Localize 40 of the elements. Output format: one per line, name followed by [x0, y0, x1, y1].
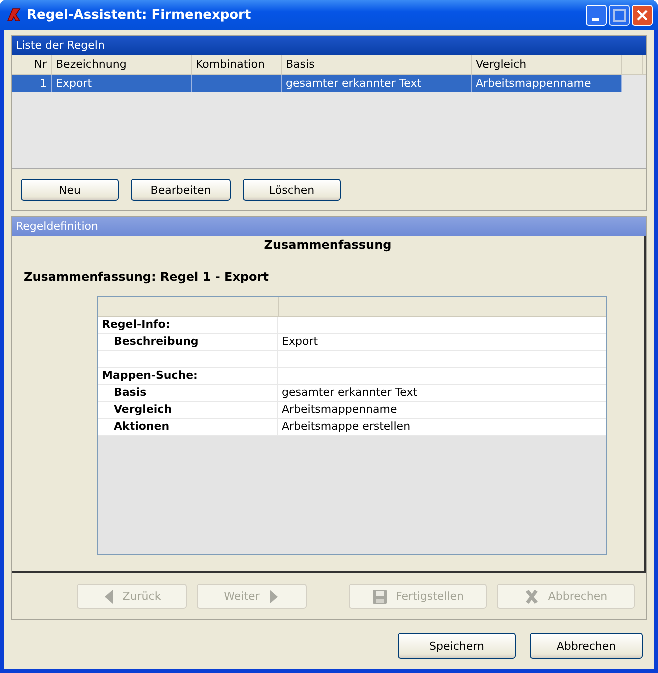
- column-header[interactable]: Kombination: [192, 55, 282, 74]
- table-cell: Export: [52, 75, 192, 92]
- left-arrow-icon: [102, 588, 115, 604]
- field-label: Basis: [98, 385, 278, 401]
- action-button[interactable]: Löschen: [243, 179, 341, 201]
- column-header[interactable]: Bezeichnung: [52, 55, 192, 74]
- maximize-icon: [613, 8, 626, 22]
- section-label: Regel-Info:: [98, 317, 278, 333]
- panel-header: Regeldefinition: [12, 217, 646, 236]
- minimize-button[interactable]: [586, 4, 607, 26]
- section-label: Mappen-Suche:: [98, 368, 278, 384]
- field-value: Arbeitsmappe erstellen: [281, 419, 412, 435]
- summary-heading: Zusammenfassung: [263, 238, 393, 252]
- window-title: Regel-Assistent: Firmenexport: [27, 8, 252, 22]
- action-button[interactable]: Neu: [21, 179, 119, 201]
- column-header[interactable]: Basis: [282, 55, 472, 74]
- action-button[interactable]: Bearbeiten: [131, 179, 231, 201]
- summary-subtitle: Zusammenfassung: Regel 1 - Export: [24, 270, 270, 284]
- cross-icon: [524, 588, 540, 604]
- footer-button[interactable]: Abbrechen: [530, 633, 643, 659]
- field-value: gesamter erkannter Text: [281, 385, 419, 401]
- right-arrow-icon: [268, 588, 280, 604]
- app-icon: [6, 7, 22, 23]
- column-header[interactable]: Nr: [12, 55, 52, 74]
- footer-button[interactable]: Speichern: [398, 633, 516, 659]
- panel-header: Liste der Regeln: [12, 36, 646, 55]
- field-label: Vergleich: [98, 402, 278, 418]
- table-cell: gesamter erkannter Text: [282, 75, 472, 92]
- table-cell: Arbeitsmappenname: [472, 75, 622, 92]
- table-cell: 1: [12, 75, 52, 92]
- close-button[interactable]: [632, 4, 653, 26]
- field-value: Export: [281, 334, 320, 350]
- field-value: Arbeitsmappenname: [281, 402, 398, 418]
- column-header[interactable]: Vergleich: [472, 55, 622, 74]
- field-label: Beschreibung: [98, 334, 278, 350]
- maximize-button[interactable]: [609, 4, 630, 26]
- minimize-icon: [592, 18, 599, 20]
- close-icon: [637, 10, 648, 20]
- table-row[interactable]: 1 Export gesamter erkannter Text Arbeitsmappenname: [12, 75, 622, 92]
- field-label: Aktionen: [98, 419, 278, 435]
